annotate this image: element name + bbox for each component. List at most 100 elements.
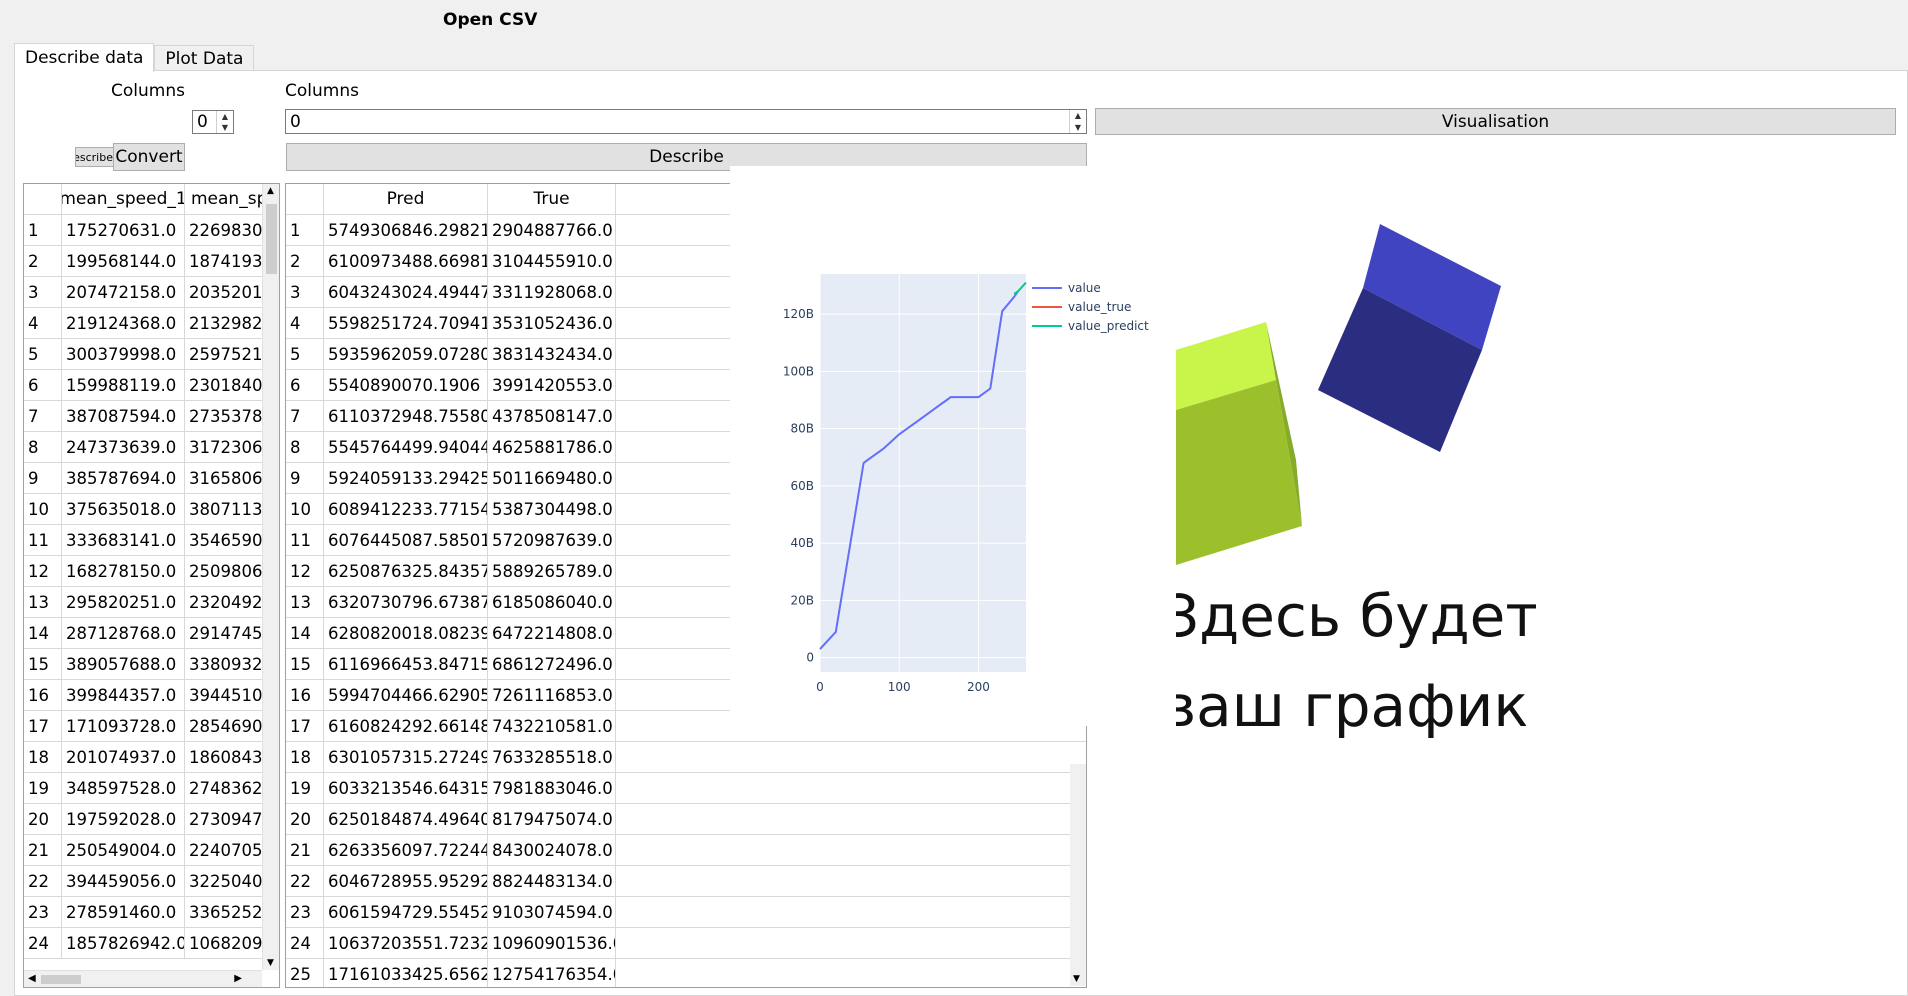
table-cell[interactable]: 3104455910.0 xyxy=(488,246,616,276)
table-cell[interactable]: 1857826942.0 xyxy=(62,928,185,958)
table-cell[interactable]: 6263356097.722441 xyxy=(324,835,488,865)
table-cell[interactable]: 10960901536.0 xyxy=(488,928,616,958)
table-cell[interactable]: 175270631.0 xyxy=(62,215,185,245)
table-cell[interactable]: 5994704466.629053 xyxy=(324,680,488,710)
table-cell[interactable]: 39445102 xyxy=(185,680,263,710)
table-cell[interactable]: 399844357.0 xyxy=(62,680,185,710)
table-cell[interactable]: 5598251724.709416 xyxy=(324,308,488,338)
table-cell[interactable]: 389057688.0 xyxy=(62,649,185,679)
table-cell[interactable]: 9103074594.0 xyxy=(488,897,616,927)
table-cell[interactable]: 278591460.0 xyxy=(62,897,185,927)
table-row[interactable]: 21 6263356097.722441 8430024078.0 xyxy=(286,835,1086,866)
table-cell[interactable]: 5889265789.0 xyxy=(488,556,616,586)
table-cell[interactable]: 287128768.0 xyxy=(62,618,185,648)
table-cell[interactable]: 250549004.0 xyxy=(62,835,185,865)
table-cell[interactable]: 219124368.0 xyxy=(62,308,185,338)
table-row[interactable]: 14287128768.029147450 xyxy=(24,618,279,649)
tab-describe-data[interactable]: Describe data xyxy=(14,43,155,72)
table-cell[interactable]: 6089412233.771545 xyxy=(324,494,488,524)
table-cell[interactable]: 6110372948.755801 xyxy=(324,401,488,431)
table-row[interactable]: 23 6061594729.554524 9103074594.0 xyxy=(286,897,1086,928)
table-cell[interactable]: 3531052436.0 xyxy=(488,308,616,338)
table-cell[interactable]: 6320730796.673871 xyxy=(324,587,488,617)
table-cell[interactable]: 6861272496.0 xyxy=(488,649,616,679)
legend-item[interactable]: value_predict xyxy=(1032,316,1149,335)
table-row[interactable]: 17171093728.028546904 xyxy=(24,711,279,742)
scroll-down-icon[interactable]: ▼ xyxy=(267,958,274,968)
table-cell[interactable]: 300379998.0 xyxy=(62,339,185,369)
table-cell[interactable]: 22698306 xyxy=(185,215,263,245)
table-row[interactable]: 18201074937.018608433 xyxy=(24,742,279,773)
table-cell[interactable]: 23204920 xyxy=(185,587,263,617)
table-cell[interactable]: 10637203551.723272 xyxy=(324,928,488,958)
table-row[interactable]: 6159988119.023018405 xyxy=(24,370,279,401)
table-cell[interactable]: 31723061 xyxy=(185,432,263,462)
table-cell[interactable]: 28546904 xyxy=(185,711,263,741)
column-header[interactable]: mean_spe xyxy=(185,184,263,214)
table-cell[interactable]: 168278150.0 xyxy=(62,556,185,586)
spin-up-icon[interactable]: ▲ xyxy=(217,111,233,122)
scroll-down-icon[interactable]: ▼ xyxy=(1073,974,1080,984)
table-row[interactable]: 20197592028.027309477 xyxy=(24,804,279,835)
table-cell[interactable]: 6033213546.643156 xyxy=(324,773,488,803)
table-cell[interactable]: 348597528.0 xyxy=(62,773,185,803)
table-cell[interactable]: 295820251.0 xyxy=(62,587,185,617)
table-cell[interactable]: 33809322 xyxy=(185,649,263,679)
table-cell[interactable]: 23018405 xyxy=(185,370,263,400)
table-cell[interactable]: 18608433 xyxy=(185,742,263,772)
table-cell[interactable]: 5545764499.940448 xyxy=(324,432,488,462)
spin-down-icon[interactable]: ▼ xyxy=(1070,122,1086,134)
table-cell[interactable]: 171093728.0 xyxy=(62,711,185,741)
table-cell[interactable]: 375635018.0 xyxy=(62,494,185,524)
table-cell[interactable]: 32250403 xyxy=(185,866,263,896)
column-header[interactable]: Pred xyxy=(324,184,488,214)
table-cell[interactable]: 18741938 xyxy=(185,246,263,276)
scroll-thumb[interactable] xyxy=(266,204,277,274)
table-row[interactable]: 20 6250184874.496408 8179475074.0 xyxy=(286,804,1086,835)
table-cell[interactable]: 22407051 xyxy=(185,835,263,865)
table-cell[interactable]: 25975218 xyxy=(185,339,263,369)
table-cell[interactable]: 27309477 xyxy=(185,804,263,834)
table-row[interactable]: 3207472158.020352015 xyxy=(24,277,279,308)
table-cell[interactable]: 5540890070.1906 xyxy=(324,370,488,400)
table-row[interactable]: 9385787694.031658066 xyxy=(24,463,279,494)
table-cell[interactable]: 8179475074.0 xyxy=(488,804,616,834)
table-cell[interactable]: 6043243024.494476 xyxy=(324,277,488,307)
table-cell[interactable]: 5720987639.0 xyxy=(488,525,616,555)
table-cell[interactable]: 6185086040.0 xyxy=(488,587,616,617)
table-row[interactable]: 10375635018.038071135 xyxy=(24,494,279,525)
table-cell[interactable]: 7633285518.0 xyxy=(488,742,616,772)
table-cell[interactable]: 247373639.0 xyxy=(62,432,185,462)
table-cell[interactable]: 8430024078.0 xyxy=(488,835,616,865)
scroll-thumb[interactable] xyxy=(41,975,81,984)
table-row[interactable]: 4219124368.021329826 xyxy=(24,308,279,339)
table-cell[interactable]: 5387304498.0 xyxy=(488,494,616,524)
table-row[interactable]: 15389057688.033809322 xyxy=(24,649,279,680)
table-cell[interactable]: 8824483134.0 xyxy=(488,866,616,896)
table-cell[interactable]: 2904887766.0 xyxy=(488,215,616,245)
horizontal-scrollbar[interactable]: ◀ ▶ xyxy=(24,970,262,987)
table-cell[interactable]: 33652525 xyxy=(185,897,263,927)
table-cell[interactable]: 10682092 xyxy=(185,928,263,958)
vertical-scrollbar[interactable]: ▼ xyxy=(1070,764,1086,986)
scroll-up-icon[interactable]: ▲ xyxy=(267,186,274,196)
table-row[interactable]: 2410637203551.72327210960901536.0 xyxy=(286,928,1086,959)
scroll-right-icon[interactable]: ▶ xyxy=(234,973,242,984)
table-cell[interactable]: 6160824292.661484 xyxy=(324,711,488,741)
table-cell[interactable]: 5924059133.294258 xyxy=(324,463,488,493)
table-cell[interactable]: 3311928068.0 xyxy=(488,277,616,307)
table-cell[interactable]: 20352015 xyxy=(185,277,263,307)
spin-up-icon[interactable]: ▲ xyxy=(1070,110,1086,122)
table-cell[interactable]: 17161033425.656206 xyxy=(324,959,488,987)
visualisation-button[interactable]: Visualisation xyxy=(1095,108,1896,135)
table-cell[interactable]: 201074937.0 xyxy=(62,742,185,772)
table-cell[interactable]: 25098064 xyxy=(185,556,263,586)
table-cell[interactable]: 394459056.0 xyxy=(62,866,185,896)
table-row[interactable]: 23278591460.033652525 xyxy=(24,897,279,928)
table-row[interactable]: 22 6046728955.952929 8824483134.0 xyxy=(286,866,1086,897)
table-row[interactable]: 22394459056.032250403 xyxy=(24,866,279,897)
table-row[interactable]: 21250549004.022407051 xyxy=(24,835,279,866)
table-cell[interactable]: 385787694.0 xyxy=(62,463,185,493)
table-cell[interactable]: 6076445087.585012 xyxy=(324,525,488,555)
table-cell[interactable]: 35465907 xyxy=(185,525,263,555)
